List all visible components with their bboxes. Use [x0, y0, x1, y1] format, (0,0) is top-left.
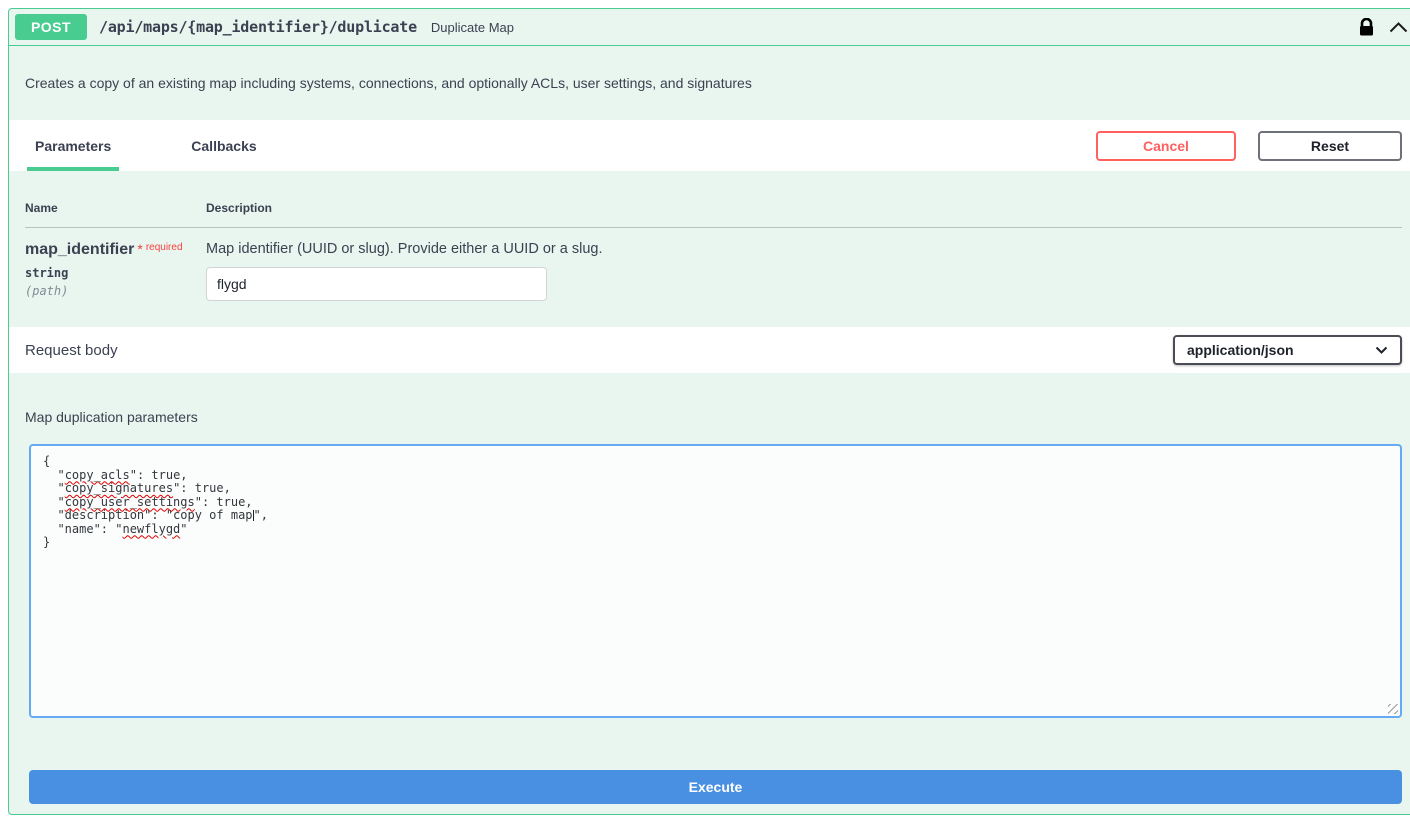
operation-block-post-duplicate-map: POST /api/maps/{map_identifier}/duplicat…: [8, 8, 1410, 815]
execute-button[interactable]: Execute: [29, 770, 1402, 804]
chevron-down-icon: [1375, 346, 1388, 355]
media-type-select[interactable]: application/json: [1173, 335, 1402, 365]
map-identifier-input[interactable]: [206, 267, 547, 301]
endpoint-path: /api/maps/{map_identifier}/duplicate: [99, 18, 417, 36]
parameter-description-cell: Map identifier (UUID or slug). Provide e…: [206, 241, 602, 301]
tab-row: Parameters Callbacks Cancel Reset: [9, 120, 1410, 171]
request-body-json: { "copy_acls": true, "copy_signatures": …: [43, 455, 1388, 550]
column-header-description: Description: [206, 201, 272, 215]
parameters-table-header: Name Description: [25, 201, 1402, 215]
table-header-divider: [25, 227, 1402, 228]
chevron-up-icon[interactable]: [1389, 22, 1408, 33]
tab-callbacks[interactable]: Callbacks: [191, 120, 256, 171]
tab-parameters[interactable]: Parameters: [35, 120, 111, 171]
operation-description: Creates a copy of an existing map includ…: [9, 46, 1410, 120]
parameter-name-cell: map_identifier* required string (path): [25, 241, 206, 301]
parameter-type: string: [25, 266, 206, 280]
request-body-editor[interactable]: { "copy_acls": true, "copy_signatures": …: [29, 444, 1402, 718]
http-method-badge: POST: [15, 14, 87, 40]
cancel-button[interactable]: Cancel: [1096, 131, 1236, 161]
table-row: map_identifier* required string (path) Ma…: [25, 241, 1402, 301]
request-body-header: Request body application/json: [9, 327, 1410, 373]
request-body-section: Map duplication parameters { "copy_acls"…: [9, 373, 1410, 814]
media-type-value: application/json: [1187, 342, 1294, 358]
request-body-label: Request body: [25, 342, 118, 359]
reset-button[interactable]: Reset: [1258, 131, 1402, 161]
parameters-section: Name Description map_identifier* required…: [9, 171, 1410, 327]
required-label: required: [146, 242, 183, 253]
required-star: *: [137, 241, 142, 257]
parameter-name: map_identifier: [25, 241, 134, 258]
parameter-location: (path): [25, 284, 206, 298]
resize-grip[interactable]: [1388, 704, 1398, 714]
lock-icon[interactable]: [1358, 18, 1375, 37]
operation-summary-bar[interactable]: POST /api/maps/{map_identifier}/duplicat…: [9, 9, 1410, 46]
parameter-description: Map identifier (UUID or slug). Provide e…: [206, 241, 602, 257]
endpoint-summary: Duplicate Map: [431, 20, 514, 35]
column-header-name: Name: [25, 201, 206, 215]
request-body-title: Map duplication parameters: [25, 409, 1402, 425]
